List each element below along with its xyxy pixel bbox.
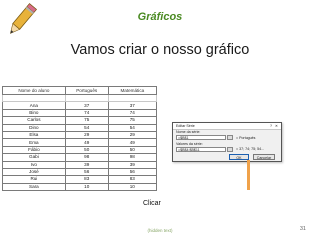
table-cell: 74 xyxy=(64,108,109,118)
table-cell: 56 xyxy=(107,167,158,177)
table-cell: Elsa xyxy=(2,130,66,140)
table-cell: 39 xyxy=(107,160,158,169)
series-name-label: Nome da série: xyxy=(176,130,201,134)
table-cell: Bino xyxy=(2,108,66,118)
table-cell: 49 xyxy=(64,138,109,147)
table-row: Rui 83 83 xyxy=(2,175,158,184)
ok-button[interactable]: OK xyxy=(229,153,249,160)
table-cell: 75 xyxy=(107,116,158,125)
table-cell xyxy=(107,93,158,103)
table-row: Ana 37 37 xyxy=(2,101,158,110)
table-cell: 74 xyxy=(107,108,158,118)
column-header: Matemática xyxy=(107,86,158,95)
table-cell: Sara xyxy=(2,182,66,192)
table-cell: 50 xyxy=(107,145,158,155)
table-cell: 37 xyxy=(107,101,158,110)
table-cell: 29 xyxy=(64,130,109,140)
series-values-preview: = 37; 74; 75; 54... xyxy=(236,147,265,151)
table-row: Bino 74 74 xyxy=(2,108,158,118)
table-cell: Ana xyxy=(2,101,66,110)
cancel-button[interactable]: Cancelar xyxy=(253,153,275,160)
table-cell: Ema xyxy=(2,138,66,147)
callout-arrow xyxy=(247,160,250,190)
table-row: Carlos 75 75 xyxy=(2,116,158,125)
table-cell: 49 xyxy=(107,138,158,147)
page-number: 31 xyxy=(299,226,306,232)
column-header: Nome do aluno xyxy=(2,86,66,95)
edit-series-dialog: Editar Série ? ✕ Nome da série: =$B$1 = … xyxy=(172,122,282,162)
slide-title: Vamos criar o nosso gráfico xyxy=(70,42,250,58)
table-row: Sara 10 10 xyxy=(2,182,158,192)
table-row: Elsa 29 29 xyxy=(2,130,158,140)
table-cell: José xyxy=(2,167,66,177)
table-cell: 50 xyxy=(64,145,109,155)
table-cell: 37 xyxy=(64,101,109,110)
table-row: Fábio 50 50 xyxy=(2,145,158,155)
close-icon[interactable]: ✕ xyxy=(275,123,278,129)
column-header: Português xyxy=(64,86,109,95)
series-values-label: Valores da série: xyxy=(176,141,203,146)
table-row: Dino 54 54 xyxy=(2,123,158,132)
table-cell: 54 xyxy=(64,123,109,132)
table-cell: Ivo xyxy=(2,160,66,169)
table-cell: 29 xyxy=(107,130,158,140)
table-cell xyxy=(64,93,109,103)
table-row: Ivo 39 39 xyxy=(2,160,158,169)
slide-header: Gráficos xyxy=(137,11,183,23)
table-row: Gabi 98 98 xyxy=(2,153,158,162)
dialog-title: Editar Série xyxy=(176,124,195,128)
dialog-titlebar: Editar Série ? ✕ xyxy=(173,123,281,130)
table-cell: 10 xyxy=(107,182,158,192)
series-name-field[interactable]: =$B$1 xyxy=(176,135,226,140)
table-cell: 10 xyxy=(64,182,109,192)
table-cell: 98 xyxy=(107,153,158,162)
table-blank-row xyxy=(2,93,158,103)
series-values-field[interactable]: =$B$4:$B$11 xyxy=(176,146,226,152)
table-cell xyxy=(2,93,66,103)
series-values-picker-button[interactable] xyxy=(227,146,233,152)
table-cell: 75 xyxy=(64,116,109,125)
table-cell: 56 xyxy=(64,167,109,177)
table-cell: Rui xyxy=(2,175,66,184)
table-cell: 83 xyxy=(107,175,158,184)
table-cell: 83 xyxy=(64,175,109,184)
series-name-preview: = Português xyxy=(236,135,256,140)
series-name-picker-button[interactable] xyxy=(227,135,233,140)
callout-label: Clicar xyxy=(143,200,161,207)
table-cell: 98 xyxy=(64,153,109,162)
table-cell: 54 xyxy=(107,123,158,132)
table-cell: Gabi xyxy=(2,153,66,162)
table-cell: 39 xyxy=(64,160,109,169)
help-icon[interactable]: ? xyxy=(270,123,272,129)
table-row: José 56 56 xyxy=(2,167,158,177)
table-cell: Fábio xyxy=(2,145,66,155)
spreadsheet-table: Nome do aluno Português Matemática Ana 37 37 B… xyxy=(2,86,158,192)
table-cell: Dino xyxy=(2,123,66,132)
table-cell: Carlos xyxy=(2,116,66,125)
table-row: Ema 49 49 xyxy=(2,138,158,147)
slide-footer: (hidden text) xyxy=(147,228,173,233)
table-header-row: Nome do aluno Português Matemática xyxy=(2,86,158,95)
